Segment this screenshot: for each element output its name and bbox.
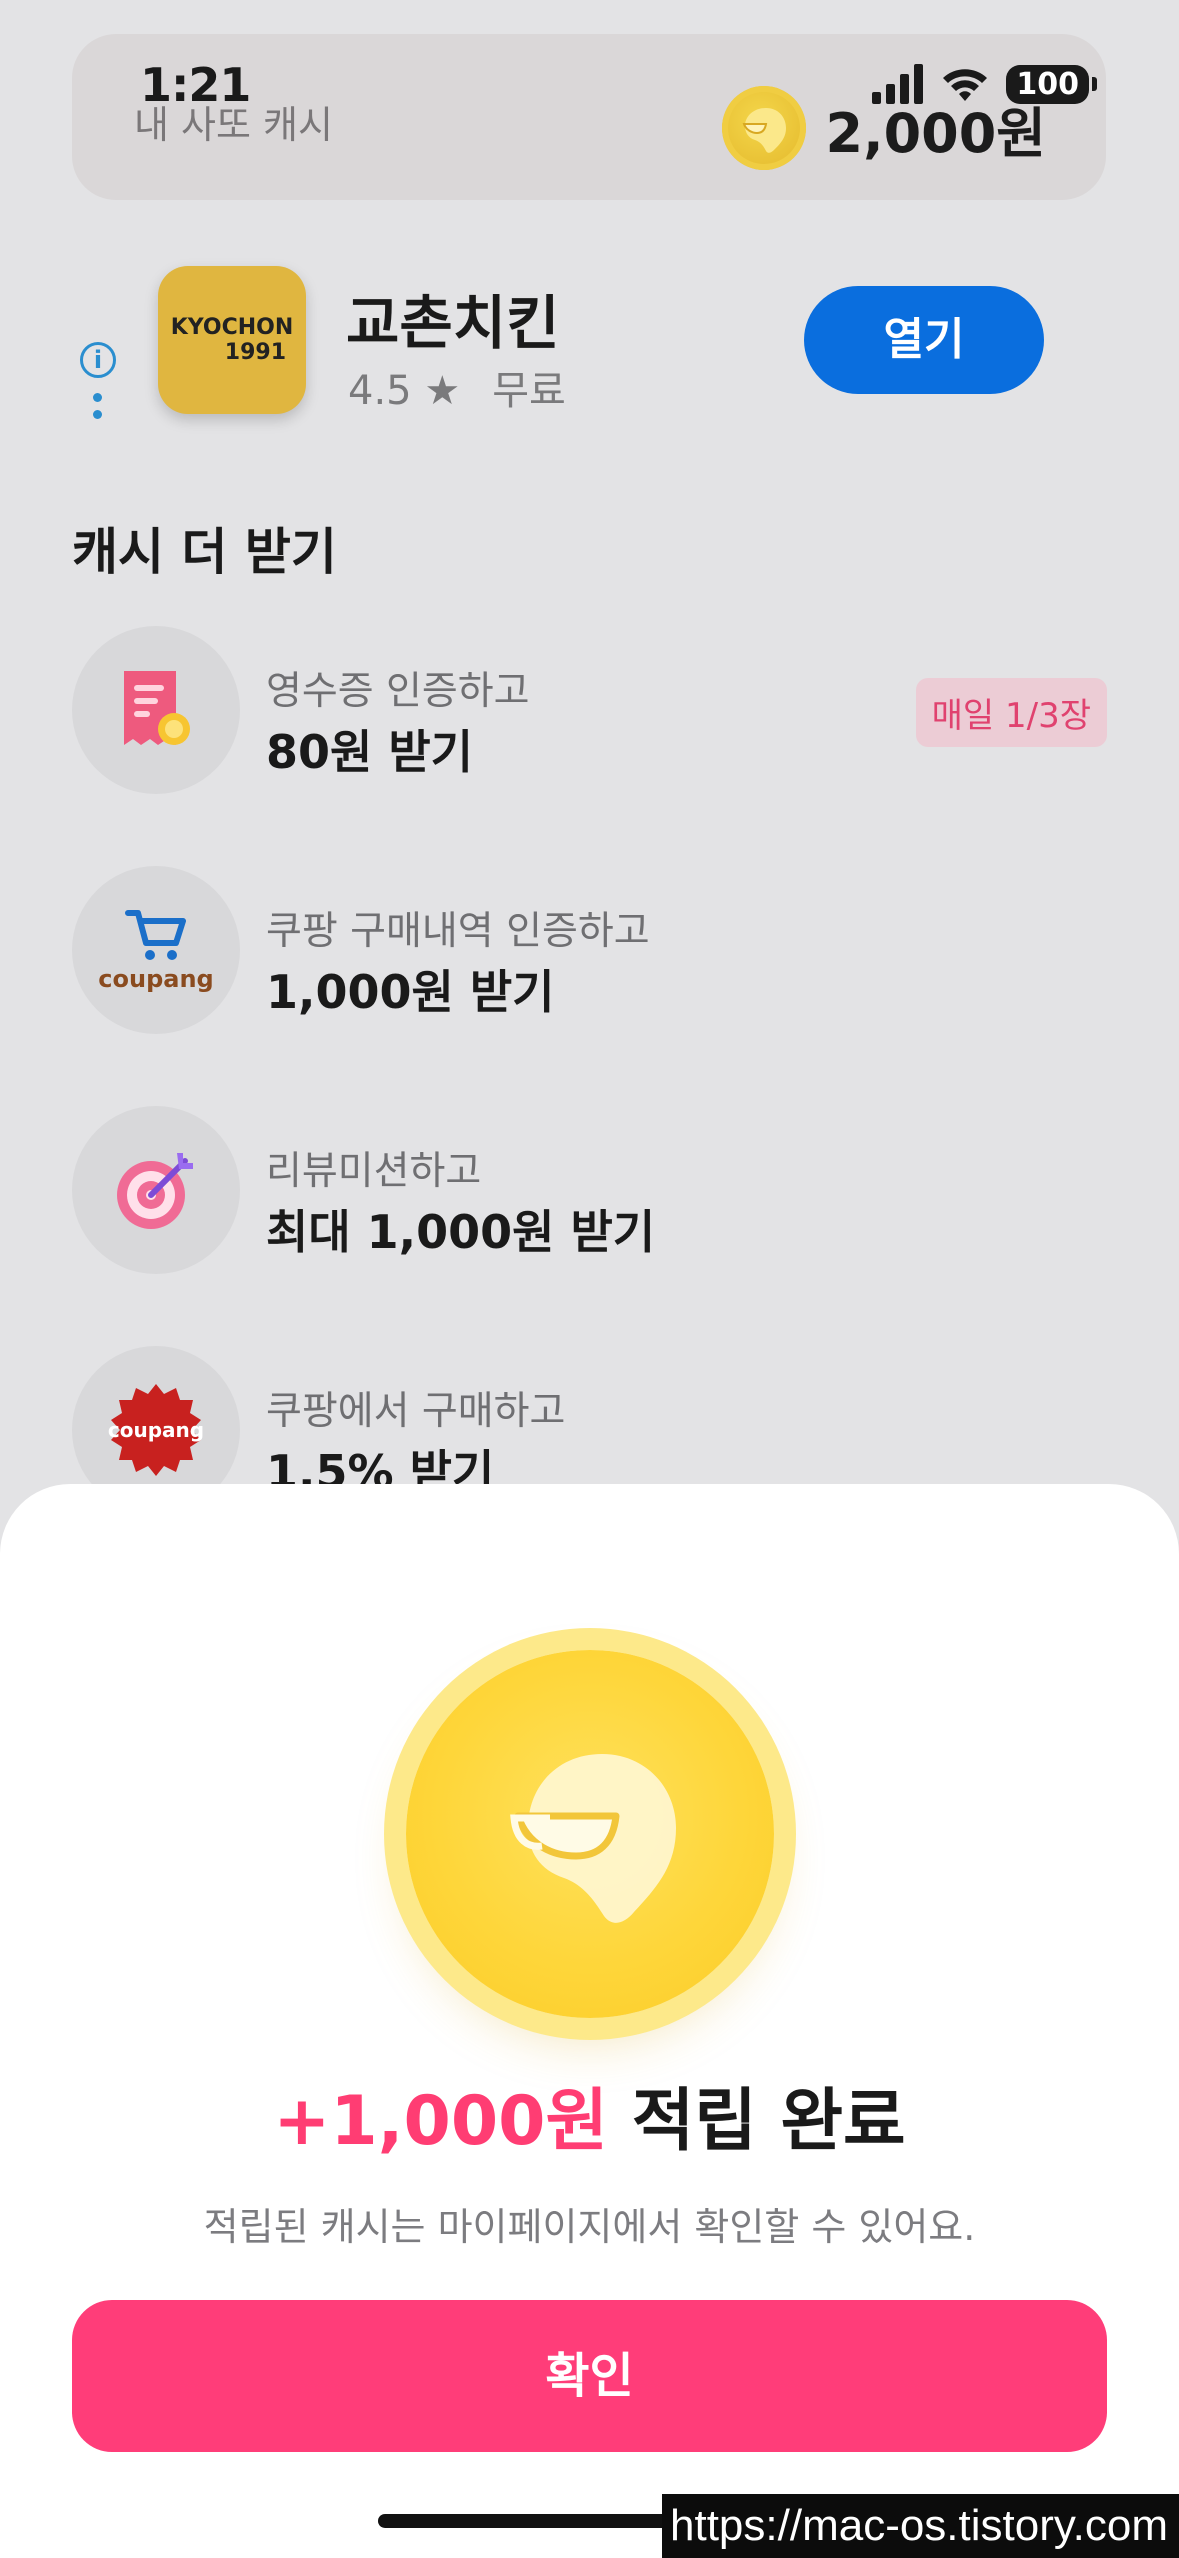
coin-icon xyxy=(721,86,806,170)
coupang-logo-text: coupang xyxy=(98,965,214,993)
status-time: 1:21 xyxy=(140,58,251,112)
watermark: https://mac-os.tistory.com xyxy=(662,2494,1179,2558)
app-rating: 4.5 ★ xyxy=(348,368,461,414)
status-icons: 100 xyxy=(872,64,1097,104)
target-icon xyxy=(72,1106,240,1274)
confirm-button[interactable]: 확인 xyxy=(72,2300,1107,2452)
coupang-logo-text: coupang xyxy=(107,1418,205,1442)
status-badge: 매일 1/3장 xyxy=(915,678,1107,747)
logo-text-1: KYOCHON xyxy=(170,315,294,340)
list-item-coupang-history[interactable]: coupang 쿠팡 구매내역 인증하고 1,000원 받기 xyxy=(72,866,1107,1036)
reward-coin-icon xyxy=(406,1650,774,2018)
item-subtitle: 리뷰미션하고 xyxy=(266,1149,482,1194)
list-item-receipt[interactable]: 영수증 인증하고 80원 받기 매일 1/3장 xyxy=(72,626,1107,796)
reward-amount: +1,000원 xyxy=(273,2082,609,2161)
wifi-icon xyxy=(943,69,988,101)
app-price: 무료 xyxy=(492,368,566,414)
item-subtitle: 영수증 인증하고 xyxy=(266,669,530,714)
reward-title: +1,000원 적립 완료 xyxy=(0,2065,1179,2164)
app-name: 교촌치킨 xyxy=(346,289,560,357)
coupang-cart-icon: coupang xyxy=(72,866,240,1034)
reward-description: 적립된 캐시는 마이페이지에서 확인할 수 있어요. xyxy=(203,2205,976,2249)
app-meta: 4.5 ★ 무료 xyxy=(348,358,566,416)
reward-title-suffix: 적립 완료 xyxy=(608,2082,906,2161)
list-item-review-mission[interactable]: 리뷰미션하고 최대 1,000원 받기 xyxy=(72,1106,1107,1276)
item-subtitle: 쿠팡 구매내역 인증하고 xyxy=(266,909,650,954)
item-subtitle: 쿠팡에서 구매하고 xyxy=(266,1389,566,1434)
item-title: 1,000원 받기 xyxy=(266,965,555,1019)
section-title: 캐시 더 받기 xyxy=(72,523,337,581)
logo-text-2: 1991 xyxy=(224,340,286,365)
more-icon[interactable] xyxy=(93,393,102,419)
receipt-icon xyxy=(72,626,240,794)
open-button[interactable]: 열기 xyxy=(804,286,1044,394)
item-title: 80원 받기 xyxy=(266,725,473,779)
info-icon[interactable]: i xyxy=(80,342,116,378)
battery-indicator: 100 xyxy=(1006,64,1097,104)
signal-icon xyxy=(872,64,924,104)
app-logo: KYOCHON 1991 xyxy=(158,266,306,414)
item-title: 최대 1,000원 받기 xyxy=(266,1205,656,1259)
